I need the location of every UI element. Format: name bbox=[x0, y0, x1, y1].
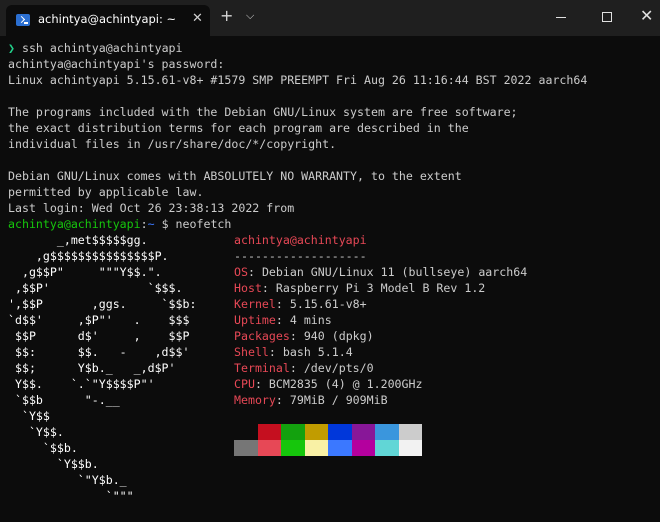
field-value: 5.15.61-v8+ bbox=[289, 297, 367, 311]
tab-close-icon[interactable]: ✕ bbox=[192, 11, 203, 26]
field-key: CPU bbox=[234, 377, 255, 391]
logo-line: `"Y$b._ bbox=[8, 473, 127, 487]
color-swatch bbox=[257, 440, 281, 456]
logo-line: _,met$$$$$gg. bbox=[8, 233, 148, 247]
ssh-command-line: ❯ ssh achintya@achintyapi bbox=[8, 40, 183, 56]
field-key: Shell bbox=[234, 345, 269, 359]
logo-line: ,g$$$$$$$$$$$$$$$P. bbox=[8, 249, 169, 263]
logo-line: ,g$$P" """Y$$.". bbox=[8, 265, 162, 279]
motd-line: individual files in /usr/share/doc/*/cop… bbox=[8, 137, 337, 151]
title-bar: achintya@achintyapi: ~ ✕ + ⌵ ✕ bbox=[0, 0, 660, 36]
logo-line: `$$b "-.__ bbox=[8, 393, 120, 407]
color-palette-row-2 bbox=[234, 440, 422, 456]
logo-line: `$$b. bbox=[8, 441, 78, 455]
password-prompt: achintya@achintyapi's password: bbox=[8, 57, 225, 71]
neofetch-field: Memory: 79MiB / 909MiB bbox=[234, 393, 388, 407]
color-swatch bbox=[257, 424, 281, 440]
logo-line: $$; Y$b._ _,d$P' bbox=[8, 361, 176, 375]
field-value: /dev/pts/0 bbox=[303, 361, 374, 375]
field-value: Debian GNU/Linux 11 (bullseye) aarch64 bbox=[261, 265, 528, 279]
motd-line: The programs included with the Debian GN… bbox=[8, 105, 518, 119]
color-swatch bbox=[328, 440, 352, 456]
color-swatch bbox=[375, 424, 399, 440]
neofetch-field: Shell: bash 5.1.4 bbox=[234, 345, 353, 359]
color-swatch bbox=[304, 440, 328, 456]
color-swatch bbox=[304, 424, 328, 440]
close-window-button[interactable]: ✕ bbox=[640, 7, 653, 25]
logo-line: `Y$$ bbox=[8, 409, 50, 423]
minimize-button[interactable] bbox=[556, 17, 566, 18]
logo-line: `""" bbox=[8, 489, 134, 503]
prompt-chevron: ❯ bbox=[8, 41, 15, 55]
logo-line: $$: $$. - ,d$$' bbox=[8, 345, 190, 359]
neofetch-separator: ------------------- bbox=[234, 249, 367, 263]
neofetch-field: Kernel: 5.15.61-v8+ bbox=[234, 297, 367, 311]
color-swatch bbox=[398, 424, 422, 440]
ssh-command: ssh achintya@achintyapi bbox=[21, 41, 183, 55]
terminal-icon bbox=[16, 14, 30, 26]
field-key: Packages bbox=[234, 329, 290, 343]
color-swatch bbox=[351, 440, 375, 456]
field-value: 4 mins bbox=[289, 313, 332, 327]
tab-terminal[interactable]: achintya@achintyapi: ~ ✕ bbox=[6, 5, 210, 36]
prompt-path: ~ bbox=[147, 217, 155, 231]
neofetch-title: achintya@achintyapi bbox=[234, 232, 367, 248]
logo-line: $$P d$' , $$P bbox=[8, 329, 190, 343]
color-swatch bbox=[234, 424, 258, 440]
neofetch-command: neofetch bbox=[175, 217, 232, 231]
color-swatch bbox=[398, 440, 422, 456]
dropdown-chevron-icon[interactable]: ⌵ bbox=[246, 9, 254, 23]
neofetch-field: Terminal: /dev/pts/0 bbox=[234, 361, 374, 375]
color-palette-row-1 bbox=[234, 424, 422, 440]
field-value: 940 (dpkg) bbox=[303, 329, 374, 343]
field-key: Terminal bbox=[234, 361, 290, 375]
color-swatch bbox=[234, 440, 258, 456]
uname-line: Linux achintyapi 5.15.61-v8+ #1579 SMP P… bbox=[8, 73, 588, 87]
neofetch-field: Uptime: 4 mins bbox=[234, 313, 332, 327]
color-swatch bbox=[281, 440, 305, 456]
field-key: Host bbox=[234, 281, 262, 295]
logo-line: `d$$' ,$P"' . $$$ bbox=[8, 313, 190, 327]
motd-line: permitted by applicable law. bbox=[8, 185, 204, 199]
neofetch-field: CPU: BCM2835 (4) @ 1.200GHz bbox=[234, 377, 423, 391]
field-value: 79MiB / 909MiB bbox=[289, 393, 388, 407]
motd-line: the exact distribution terms for each pr… bbox=[8, 121, 469, 135]
color-swatch bbox=[281, 424, 305, 440]
tab-title: achintya@achintyapi: ~ bbox=[38, 12, 177, 26]
field-key: Memory bbox=[234, 393, 276, 407]
field-value: bash 5.1.4 bbox=[282, 345, 353, 359]
terminal-output[interactable]: ❯ ssh achintya@achintyapi achintya@achin… bbox=[0, 36, 660, 522]
field-value: Raspberry Pi 3 Model B Rev 1.2 bbox=[275, 281, 486, 295]
color-swatch bbox=[375, 440, 399, 456]
color-swatch bbox=[351, 424, 375, 440]
logo-line: ',$$P ,ggs. `$$b: bbox=[8, 297, 197, 311]
prompt-dollar: $ bbox=[154, 217, 176, 231]
color-swatch bbox=[328, 424, 352, 440]
field-key: Uptime bbox=[234, 313, 276, 327]
field-key: Kernel bbox=[234, 297, 276, 311]
logo-line: `Y$$b. bbox=[8, 457, 99, 471]
neofetch-field: Host: Raspberry Pi 3 Model B Rev 1.2 bbox=[234, 281, 486, 295]
logo-line: ,$$P' `$$$. bbox=[8, 281, 183, 295]
maximize-button[interactable] bbox=[602, 12, 612, 22]
neofetch-user-host: achintya@achintyapi bbox=[234, 233, 367, 247]
logo-line: `Y$$. bbox=[8, 425, 64, 439]
field-value: BCM2835 (4) @ 1.200GHz bbox=[268, 377, 423, 391]
last-login-line: Last login: Wed Oct 26 23:38:13 2022 fro… bbox=[8, 201, 295, 215]
neofetch-field: OS: Debian GNU/Linux 11 (bullseye) aarch… bbox=[234, 265, 528, 279]
motd-line: Debian GNU/Linux comes with ABSOLUTELY N… bbox=[8, 169, 462, 183]
logo-line: Y$$. `.`"Y$$$$P"' bbox=[8, 377, 155, 391]
new-tab-button[interactable]: + bbox=[220, 8, 233, 24]
neofetch-field: Packages: 940 (dpkg) bbox=[234, 329, 374, 343]
prompt-user-host: achintya@achintyapi bbox=[8, 217, 141, 231]
shell-prompt-line: achintya@achintyapi:~ $ neofetch bbox=[8, 216, 231, 232]
prompt-colon: : bbox=[140, 217, 148, 231]
field-key: OS bbox=[234, 265, 248, 279]
